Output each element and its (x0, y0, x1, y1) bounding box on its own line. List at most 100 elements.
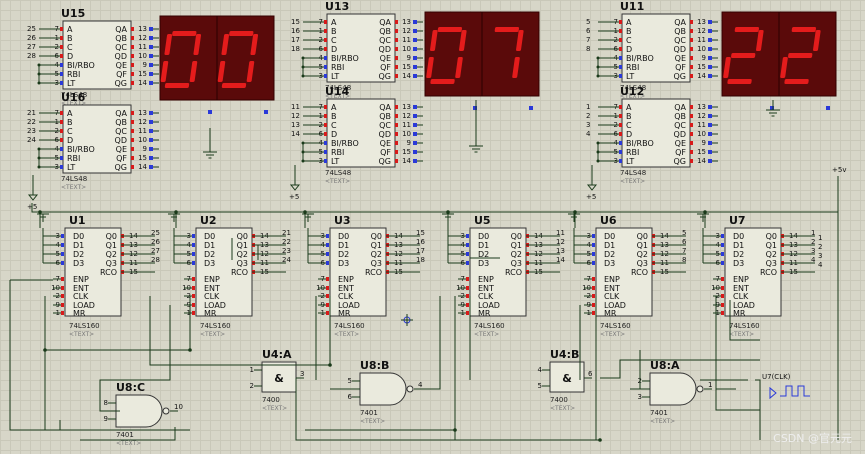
pin-marker (690, 47, 693, 51)
pin-label: D2 (604, 250, 615, 259)
junction (174, 210, 178, 214)
pin-label: C (626, 121, 632, 130)
pin-marker (721, 311, 724, 315)
pin-label: QB (115, 34, 127, 43)
pin-number: 13 (402, 18, 411, 26)
pin-marker (61, 261, 64, 265)
pin-label: D1 (73, 241, 84, 250)
pin-label: QG (115, 79, 128, 88)
pin-number: 10 (402, 130, 411, 138)
pin-label: Q2 (766, 250, 777, 259)
pin-label: D1 (338, 241, 349, 250)
pin-marker (619, 123, 622, 127)
pin-marker (721, 294, 724, 298)
pin-label: C (626, 36, 632, 45)
pin-marker (466, 261, 469, 265)
pin-label: Q0 (766, 232, 777, 241)
pin-label: D (626, 130, 632, 139)
counter-text: <TEXT> (474, 331, 499, 338)
segment-a (494, 27, 520, 32)
pin-label: D0 (733, 232, 744, 241)
decoder-u12: U1274LS48<TEXT>A QA7 131B QB1 122C QC2 113D QD6… (586, 85, 712, 185)
pin-marker (61, 311, 64, 315)
pin-marker (619, 114, 622, 118)
pin-label: B (331, 112, 337, 121)
pin-label: D (626, 45, 632, 54)
pin-marker (413, 132, 417, 136)
pin-label: MR (73, 309, 86, 318)
pin-marker (192, 311, 195, 315)
pin-marker (149, 111, 153, 115)
wire (31, 203, 838, 213)
supply-label: +5 (289, 193, 299, 201)
pin-number: 6 (348, 393, 353, 401)
pin-marker (395, 38, 398, 42)
pin-number: 11 (697, 121, 706, 129)
pin-marker (324, 141, 327, 145)
gate-body (649, 372, 697, 406)
decoder-ref: U16 (61, 91, 86, 104)
pin-marker (61, 252, 64, 256)
decoder-u16: U1674LS48<TEXT>A QA7 1321B QB1 1222C QC2 1123D… (27, 91, 153, 191)
pin-label: QD (115, 136, 127, 145)
pin-marker (466, 294, 469, 298)
pin-marker (690, 74, 693, 78)
pin-label: D (67, 52, 73, 61)
pin-label: C (331, 121, 337, 130)
pin-number: 11 (697, 36, 706, 44)
pin-label: Q1 (237, 241, 248, 250)
pin-label: D1 (604, 241, 615, 250)
pin-number: 10 (138, 136, 147, 144)
pin-label: D (67, 136, 73, 145)
pin-label: Q1 (766, 241, 777, 250)
wire (416, 296, 441, 390)
pin-label: QC (379, 36, 391, 45)
pin-marker (131, 63, 134, 67)
pin-label: QG (115, 163, 128, 172)
pin-label: QE (380, 54, 391, 63)
pin-marker (619, 65, 622, 69)
segment-d (221, 83, 247, 88)
pin-marker (413, 20, 417, 24)
pin-marker (192, 286, 195, 290)
counter-part: 74LS160 (729, 322, 760, 330)
pin-label: ENP (204, 275, 220, 284)
pin-marker (619, 141, 622, 145)
pin-number: 1 (250, 366, 254, 374)
net-label: 13 (291, 121, 300, 129)
pin-label: QA (115, 25, 127, 34)
pin-label: QF (116, 154, 127, 163)
pin-label: QA (674, 18, 686, 27)
pin-number: 10 (138, 52, 147, 60)
net-label: 2 (818, 243, 822, 251)
pin-marker (326, 303, 329, 307)
pin-marker (592, 286, 595, 290)
pin-label: D2 (73, 250, 84, 259)
pin-label: MR (733, 309, 746, 318)
junction (453, 428, 457, 432)
gate-part: 7400 (262, 396, 280, 404)
pin-marker (61, 286, 64, 290)
pin-marker (826, 106, 830, 110)
gate-ref: U8:C (116, 381, 145, 394)
pin-marker (326, 252, 329, 256)
pin-label: Q2 (511, 250, 522, 259)
pin-marker (192, 294, 195, 298)
pin-marker (324, 20, 327, 24)
pin-number: 14 (402, 72, 411, 80)
pin-marker (60, 111, 63, 115)
pin-marker (721, 252, 724, 256)
counter-ref: U6 (600, 214, 617, 227)
pin-number: 14 (697, 72, 706, 80)
pin-label: CLK (604, 292, 620, 301)
pin-marker (413, 65, 417, 69)
pin-label: C (67, 43, 73, 52)
pin-marker (592, 303, 595, 307)
pin-number: 8 (104, 399, 108, 407)
pin-marker (60, 156, 63, 160)
pin-label: D (331, 130, 337, 139)
pin-number: 2 (250, 382, 254, 390)
pin-marker (619, 47, 622, 51)
pin-marker (131, 111, 134, 115)
net-label: 24 (27, 136, 36, 144)
